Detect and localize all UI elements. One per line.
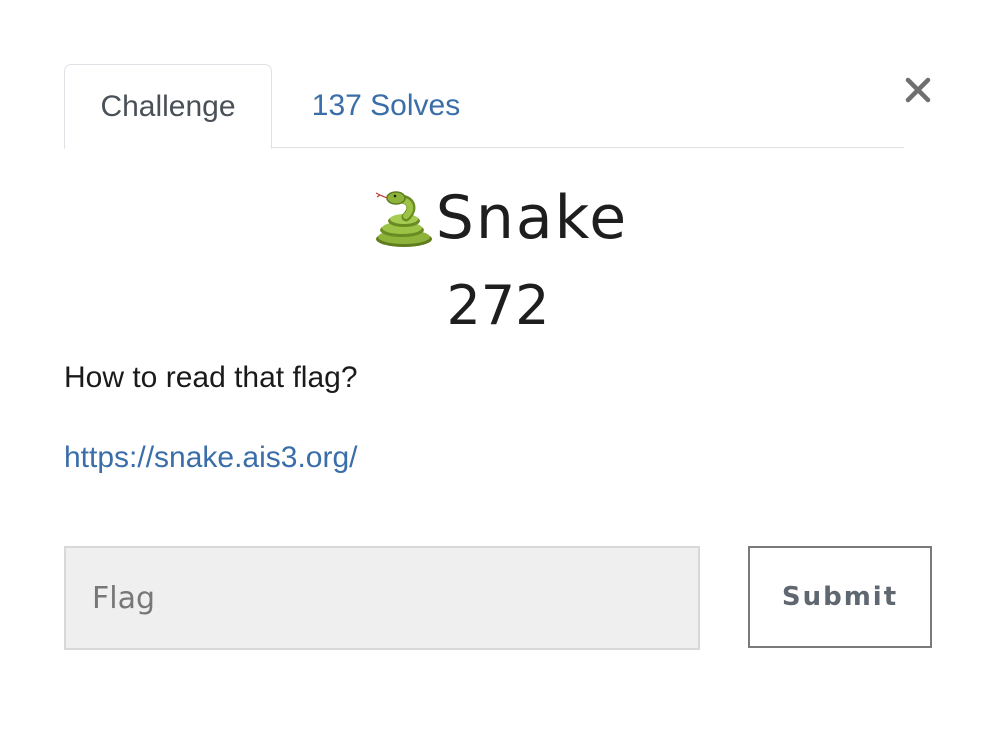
challenge-title: Snake bbox=[0, 178, 996, 258]
submit-button[interactable]: Submit bbox=[748, 546, 932, 648]
challenge-description: How to read that flag? bbox=[64, 361, 358, 394]
challenge-points: 272 bbox=[446, 274, 550, 337]
tab-solves-label: 137 Solves bbox=[311, 89, 461, 122]
close-icon bbox=[905, 77, 931, 103]
challenge-name: Snake bbox=[435, 183, 629, 253]
tab-solves[interactable]: 137 Solves bbox=[272, 64, 500, 148]
flag-input[interactable] bbox=[64, 546, 700, 650]
challenge-modal: Challenge 137 Solves Snake 272 How to re… bbox=[0, 0, 996, 745]
snake-icon bbox=[375, 191, 432, 247]
tab-challenge[interactable]: Challenge bbox=[64, 64, 272, 149]
tab-challenge-label: Challenge bbox=[100, 90, 236, 123]
tab-bar: Challenge 137 Solves bbox=[64, 64, 904, 149]
challenge-link[interactable]: https://snake.ais3.org/ bbox=[64, 436, 358, 480]
close-button[interactable] bbox=[900, 72, 936, 108]
